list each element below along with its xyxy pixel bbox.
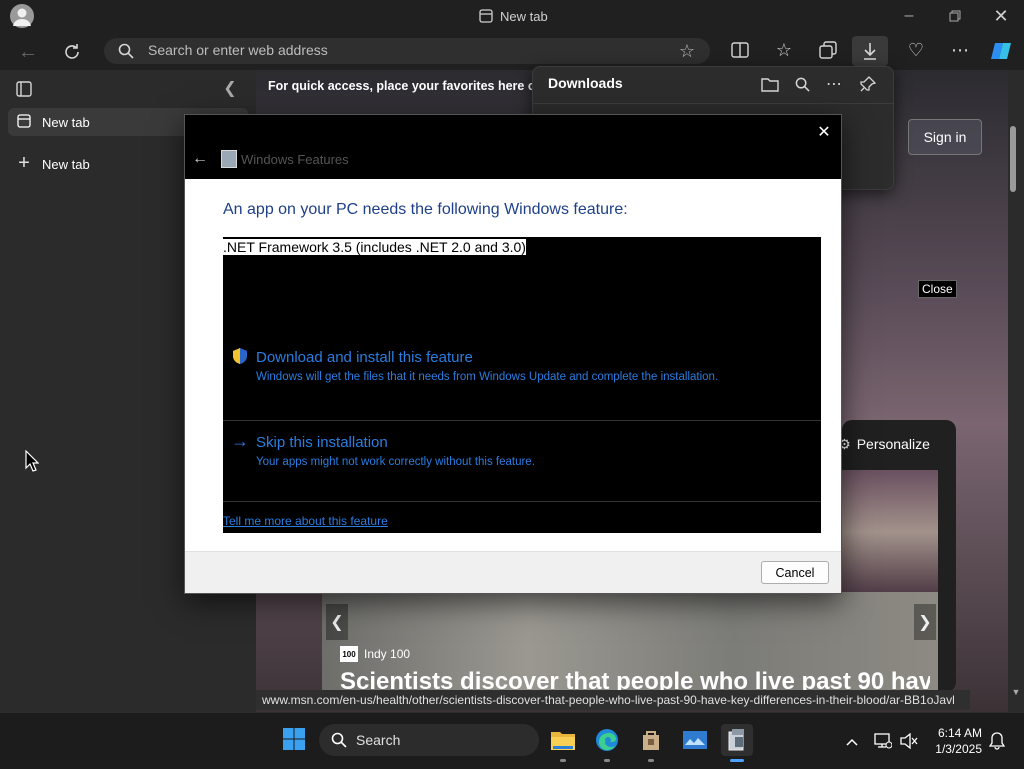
download-install-option[interactable]: Download and install this feature Window…: [223, 335, 821, 419]
news-source-logo: 100: [340, 646, 358, 662]
restore-icon[interactable]: [942, 4, 968, 28]
news-image: [838, 470, 938, 594]
clock-date: 1/3/2025: [935, 742, 982, 756]
skip-installation-title: Skip this installation: [256, 434, 388, 451]
close-window-icon[interactable]: ✕: [988, 4, 1014, 28]
news-source: Indy 100: [364, 647, 411, 661]
notification-bell-icon[interactable]: [986, 730, 1008, 752]
favorites-icon[interactable]: ☆: [772, 38, 796, 62]
footer-divider: [185, 551, 841, 552]
taskbar-search-label: Search: [356, 732, 401, 748]
windows-features-dialog: ✕ ← Windows Features An app on your PC n…: [184, 114, 842, 594]
favorites-hint: For quick access, place your favorites h…: [268, 79, 566, 93]
more-options-icon[interactable]: ⋯: [948, 38, 972, 62]
carousel-prev-icon[interactable]: ❮: [326, 604, 348, 640]
running-indicator: [604, 759, 610, 762]
skip-installation-description: Your apps might not work correctly witho…: [256, 456, 535, 468]
store-icon[interactable]: [635, 724, 667, 756]
pin-icon[interactable]: [857, 73, 879, 95]
running-indicator: [648, 759, 654, 762]
downloads-title: Downloads: [548, 75, 623, 91]
control-panel-icon[interactable]: [679, 724, 711, 756]
downloads-more-icon[interactable]: ⋯: [823, 73, 845, 95]
page-scrollbar[interactable]: ▼: [1008, 70, 1024, 712]
personalize-label: Personalize: [856, 436, 930, 452]
tab-page-icon: [478, 8, 494, 24]
taskbar: Search 6:14 AM 1/3/2025: [0, 712, 1024, 769]
news-headline[interactable]: Scientists discover that people who live…: [340, 668, 930, 690]
dialog-close-icon[interactable]: ✕: [811, 119, 837, 145]
back-icon[interactable]: ←: [14, 38, 42, 66]
options-divider: [223, 501, 821, 502]
download-install-title: Download and install this feature: [256, 349, 473, 366]
carousel-next-icon[interactable]: ❯: [914, 604, 936, 640]
new-tab-button[interactable]: New tab: [42, 157, 90, 172]
collections-icon[interactable]: [816, 38, 840, 62]
tell-me-more-link[interactable]: Tell me more about this feature: [223, 514, 388, 528]
dialog-back-icon[interactable]: ←: [189, 149, 211, 169]
minimize-icon[interactable]: –: [896, 4, 922, 28]
search-icon: [116, 41, 136, 61]
taskbar-search-box[interactable]: Search: [319, 724, 539, 756]
running-indicator: [560, 759, 566, 762]
dialog-header: ✕ ← Windows Features: [185, 115, 841, 179]
open-folder-icon[interactable]: [759, 73, 781, 95]
volume-muted-icon[interactable]: [898, 730, 920, 752]
start-windows-icon[interactable]: [278, 723, 310, 755]
mouse-cursor-icon: [24, 450, 40, 472]
arrow-right-icon: →: [231, 430, 249, 451]
show-hidden-icons-chevron-icon[interactable]: [840, 730, 864, 754]
search-downloads-icon[interactable]: [791, 73, 813, 95]
personalize-button[interactable]: ⚙ Personalize: [830, 429, 938, 459]
health-heart-icon[interactable]: ♡: [904, 38, 928, 62]
window-title: New tab: [500, 9, 548, 24]
tab-actions-icon[interactable]: [14, 79, 34, 99]
dialog-options-panel: Download and install this feature Window…: [223, 237, 821, 533]
status-bar-url: www.msn.com/en-us/health/other/scientist…: [256, 690, 970, 710]
sidebar-tab-label: New tab: [42, 115, 90, 130]
skip-installation-option[interactable]: → Skip this installation Your apps might…: [223, 423, 821, 499]
sign-in-button[interactable]: Sign in: [908, 119, 982, 155]
close-tooltip: Close: [918, 280, 957, 298]
scrollbar-thumb[interactable]: [1010, 126, 1016, 192]
downloads-icon[interactable]: [852, 36, 888, 66]
dialog-footer: [185, 551, 841, 593]
collapse-sidebar-icon[interactable]: ❮: [220, 78, 240, 98]
plus-icon[interactable]: +: [14, 152, 34, 174]
active-indicator: [730, 759, 744, 762]
downloads-divider: [533, 103, 893, 104]
split-screen-icon[interactable]: [728, 38, 752, 62]
options-divider: [223, 420, 821, 421]
copilot-icon[interactable]: [988, 38, 1014, 64]
favorite-star-icon[interactable]: ☆: [676, 40, 698, 62]
new-tab-page-icon: [16, 113, 32, 129]
network-icon[interactable]: [872, 730, 894, 752]
uac-shield-icon: [231, 347, 249, 365]
clock-time: 6:14 AM: [937, 726, 982, 740]
dialog-title: Windows Features: [241, 152, 349, 167]
refresh-icon[interactable]: [58, 38, 86, 66]
windows-features-icon: [221, 150, 237, 168]
download-install-description: Windows will get the files that it needs…: [256, 371, 719, 383]
file-explorer-icon[interactable]: [547, 724, 579, 756]
profile-avatar[interactable]: [10, 4, 34, 28]
dialog-heading: An app on your PC needs the following Wi…: [223, 201, 628, 218]
windows-features-taskbar-icon[interactable]: [721, 724, 753, 756]
address-input[interactable]: Search or enter web address: [148, 42, 328, 58]
edge-browser-icon[interactable]: [591, 724, 623, 756]
feature-name: .NET Framework 3.5 (includes .NET 2.0 an…: [223, 239, 526, 255]
taskbar-search-icon: [329, 730, 349, 750]
taskbar-clock[interactable]: 6:14 AM 1/3/2025: [920, 725, 982, 757]
cancel-button[interactable]: Cancel: [761, 561, 829, 584]
title-bar: New tab – ✕: [0, 0, 1024, 34]
scroll-down-icon[interactable]: ▼: [1010, 686, 1022, 698]
